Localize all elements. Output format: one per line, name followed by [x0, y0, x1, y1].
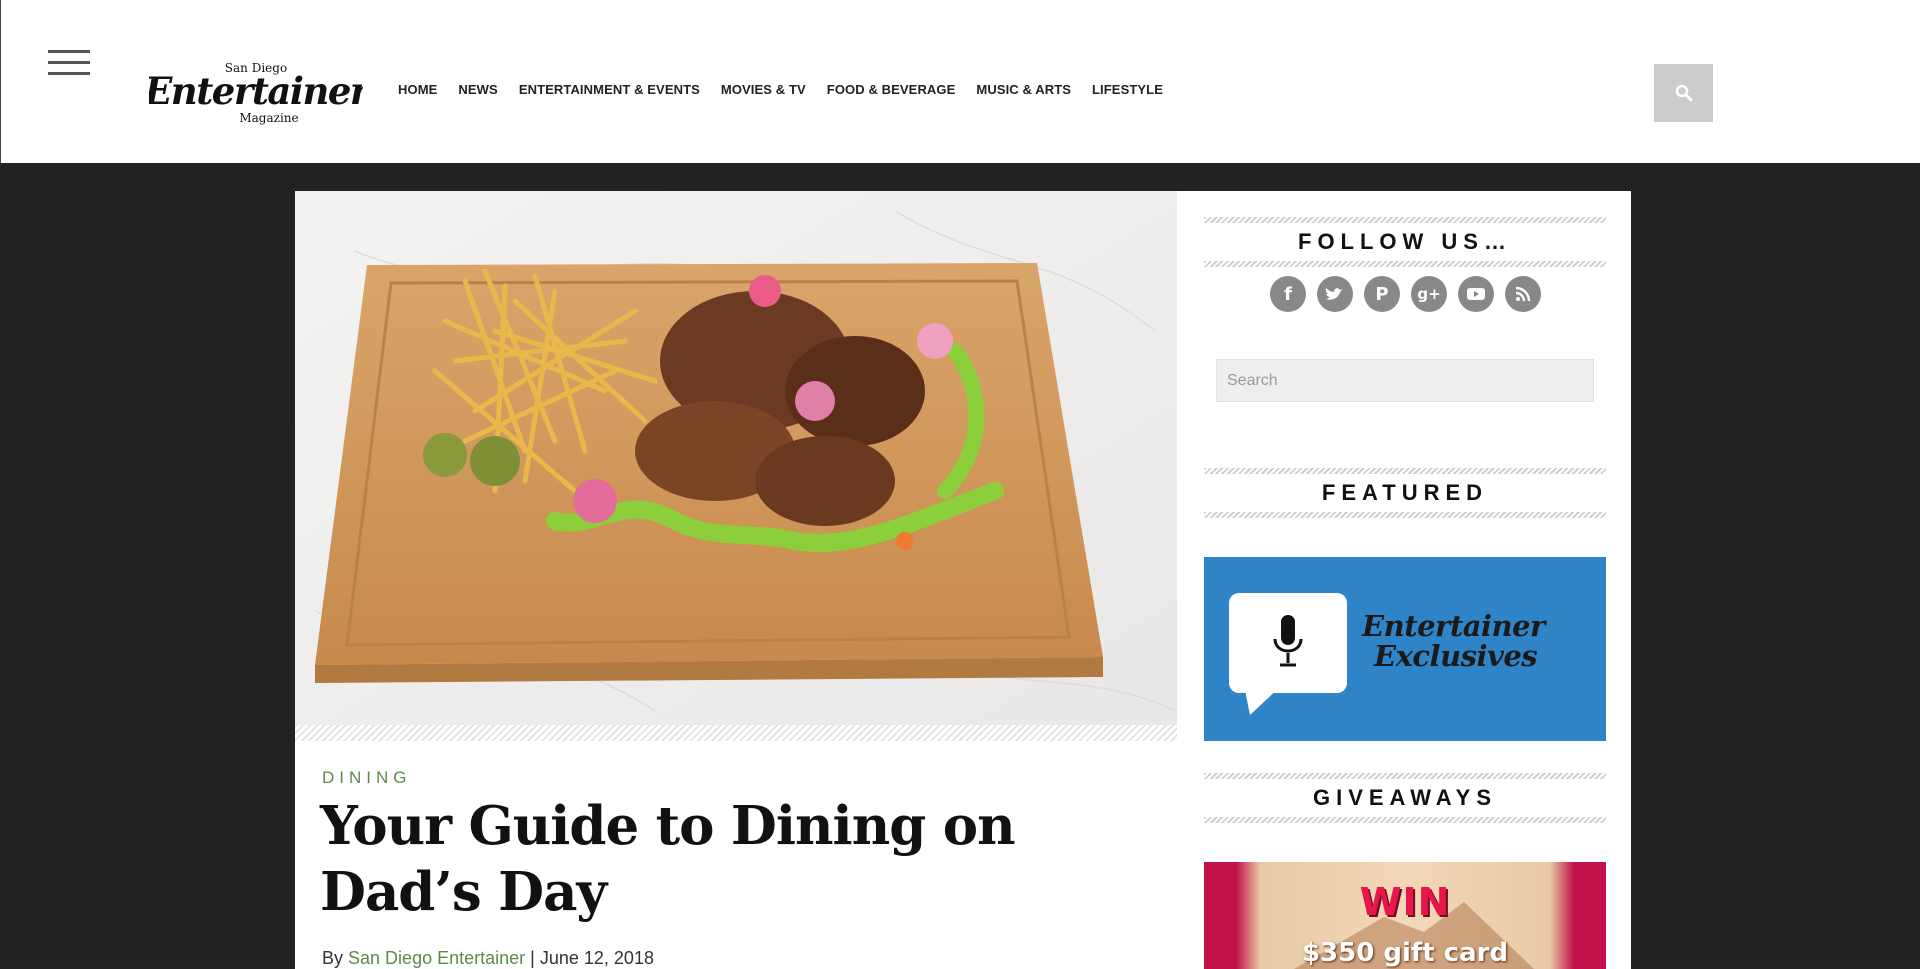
byline-prefix: By — [322, 948, 344, 968]
article-hero-image[interactable] — [295, 191, 1177, 725]
giveaway-prize-text: $350 gift card — [1301, 938, 1509, 968]
author-link[interactable]: San Diego Entertainer — [348, 948, 525, 968]
featured-heading: FEATURED — [1204, 468, 1606, 518]
main-content: DINING Your Guide to Dining on Dad’s Day… — [295, 191, 1631, 969]
search-icon — [1675, 84, 1692, 102]
giveaways-label: GIVEAWAYS — [1312, 785, 1497, 810]
giveaway-win-text: WIN — [1359, 880, 1451, 924]
google-plus-icon[interactable]: g+ — [1411, 276, 1447, 312]
speech-bubble — [1229, 593, 1347, 693]
article-byline: By San Diego Entertainer | June 12, 2018 — [322, 948, 654, 969]
hamburger-menu-icon[interactable] — [48, 50, 90, 78]
giveaway-banner[interactable]: WIN $350 gift card — [1204, 862, 1606, 969]
pinterest-icon[interactable]: P — [1364, 276, 1400, 312]
main-nav: HOME NEWS ENTERTAINMENT & EVENTS MOVIES … — [398, 82, 1163, 97]
twitter-icon[interactable] — [1317, 276, 1353, 312]
sidebar-search-input[interactable] — [1216, 359, 1594, 402]
exclusives-line-1: Entertainer — [1362, 609, 1545, 643]
social-links: f P g+ — [1270, 276, 1541, 312]
youtube-icon[interactable] — [1458, 276, 1494, 312]
exclusives-line-2: Exclusives — [1374, 639, 1538, 673]
nav-home[interactable]: HOME — [398, 82, 437, 97]
entertainer-exclusives-banner[interactable]: Entertainer Exclusives — [1204, 557, 1606, 741]
hero-divider — [295, 725, 1177, 741]
featured-label: FEATURED — [1321, 480, 1489, 505]
site-logo[interactable]: San Diego Entertainer Magazine — [149, 58, 363, 130]
svg-text:Magazine: Magazine — [239, 111, 298, 125]
article-category[interactable]: DINING — [322, 768, 412, 788]
speech-bubble-tail — [1244, 685, 1282, 715]
rss-icon[interactable] — [1505, 276, 1541, 312]
nav-music-arts[interactable]: MUSIC & ARTS — [976, 82, 1071, 97]
microphone-icon — [1273, 615, 1303, 667]
byline-separator: | — [530, 948, 535, 968]
svg-text:Entertainer: Entertainer — [149, 69, 363, 113]
facebook-icon[interactable]: f — [1270, 276, 1306, 312]
site-header: San Diego Entertainer Magazine HOME NEWS… — [0, 0, 1920, 163]
header-search-button[interactable] — [1654, 64, 1713, 122]
follow-us-label: FOLLOW US… — [1298, 229, 1512, 254]
exclusives-logo-text: Entertainer Exclusives — [1362, 611, 1545, 671]
nav-entertainment-events[interactable]: ENTERTAINMENT & EVENTS — [519, 82, 700, 97]
article-title: Your Guide to Dining on Dad’s Day — [320, 795, 1016, 923]
nav-news[interactable]: NEWS — [458, 82, 497, 97]
giveaways-heading: GIVEAWAYS — [1204, 773, 1606, 823]
article-date: June 12, 2018 — [539, 948, 654, 968]
nav-food-beverage[interactable]: FOOD & BEVERAGE — [827, 82, 956, 97]
nav-lifestyle[interactable]: LIFESTYLE — [1092, 82, 1163, 97]
nav-movies-tv[interactable]: MOVIES & TV — [721, 82, 806, 97]
follow-us-heading: FOLLOW US… — [1204, 217, 1606, 267]
